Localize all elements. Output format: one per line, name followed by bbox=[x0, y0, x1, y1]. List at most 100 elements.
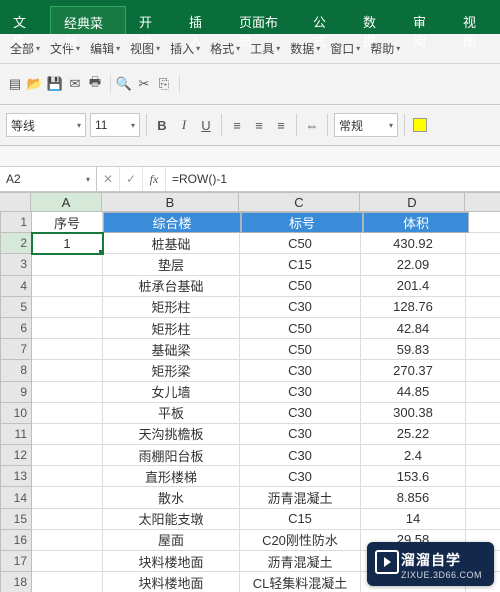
row-header[interactable]: 1 bbox=[0, 212, 32, 233]
cell-E10[interactable] bbox=[466, 403, 500, 424]
col-header-D[interactable]: D bbox=[360, 192, 465, 212]
cell-C3[interactable]: C15 bbox=[240, 254, 361, 275]
cell-B2[interactable]: 桩基础 bbox=[103, 233, 240, 254]
bold-button[interactable]: B bbox=[153, 116, 171, 134]
cell-E13[interactable] bbox=[466, 466, 500, 487]
cell-B11[interactable]: 天沟挑檐板 bbox=[103, 424, 240, 445]
cell-A6[interactable] bbox=[32, 318, 103, 339]
cell-B3[interactable]: 垫层 bbox=[103, 254, 240, 275]
cell-E8[interactable] bbox=[466, 360, 500, 381]
preview-icon[interactable]: 🔍 bbox=[115, 75, 133, 93]
cell-E1[interactable] bbox=[469, 212, 500, 233]
cell-E12[interactable] bbox=[466, 445, 500, 466]
row-header[interactable]: 5 bbox=[0, 297, 32, 318]
tab-page-layout[interactable]: 页面布局 bbox=[226, 6, 300, 34]
name-box[interactable]: A2▾ bbox=[0, 167, 97, 191]
row-header[interactable]: 8 bbox=[0, 360, 32, 381]
cell-D15[interactable]: 14 bbox=[361, 509, 466, 530]
tab-file[interactable]: 文件 bbox=[0, 6, 50, 34]
col-header-E[interactable]: E bbox=[465, 192, 500, 212]
cell-A1[interactable]: 序号 bbox=[32, 212, 103, 233]
row-header[interactable]: 3 bbox=[0, 254, 32, 275]
cell-C16[interactable]: C20刚性防水 bbox=[240, 530, 361, 551]
row-header[interactable]: 13 bbox=[0, 466, 32, 487]
cell-D14[interactable]: 8.856 bbox=[361, 487, 466, 508]
tab-data[interactable]: 数据 bbox=[350, 6, 400, 34]
col-header-B[interactable]: B bbox=[102, 192, 239, 212]
cell-A18[interactable] bbox=[32, 572, 103, 592]
cell-E11[interactable] bbox=[466, 424, 500, 445]
save-icon[interactable]: 💾 bbox=[46, 75, 64, 93]
cell-B14[interactable]: 散水 bbox=[103, 487, 240, 508]
align-left-icon[interactable]: ≡ bbox=[228, 116, 246, 134]
cell-C18[interactable]: CL轻集料混凝土 bbox=[240, 572, 361, 592]
cell-D5[interactable]: 128.76 bbox=[361, 297, 466, 318]
row-header[interactable]: 15 bbox=[0, 509, 32, 530]
open-icon[interactable]: 📂 bbox=[26, 75, 44, 93]
cell-D1[interactable]: 体积 bbox=[363, 212, 469, 233]
formula-input[interactable]: =ROW()-1 bbox=[166, 167, 500, 191]
cell-C10[interactable]: C30 bbox=[240, 403, 361, 424]
cell-B10[interactable]: 平板 bbox=[103, 403, 240, 424]
tab-formulas[interactable]: 公式 bbox=[300, 6, 350, 34]
menu-format[interactable]: 格式▾ bbox=[206, 38, 244, 59]
cut-icon[interactable]: ✂ bbox=[135, 75, 153, 93]
row-header[interactable]: 7 bbox=[0, 339, 32, 360]
menu-edit[interactable]: 编辑▾ bbox=[86, 38, 124, 59]
tab-classic-menu[interactable]: 经典菜单 bbox=[50, 6, 126, 34]
row-header[interactable]: 14 bbox=[0, 487, 32, 508]
number-format-combo[interactable]: 常规▾ bbox=[334, 113, 398, 137]
cell-A3[interactable] bbox=[32, 254, 103, 275]
cell-D8[interactable]: 270.37 bbox=[361, 360, 466, 381]
row-header[interactable]: 2 bbox=[0, 233, 32, 254]
menu-data[interactable]: 数据▾ bbox=[286, 38, 324, 59]
cell-A16[interactable] bbox=[32, 530, 103, 551]
spreadsheet-grid[interactable]: A B C D E 1序号综合楼标号体积21桩基础C50430.923垫层C15… bbox=[0, 192, 500, 592]
cell-D7[interactable]: 59.83 bbox=[361, 339, 466, 360]
cell-B4[interactable]: 桩承台基础 bbox=[103, 276, 240, 297]
cell-B9[interactable]: 女儿墙 bbox=[103, 382, 240, 403]
cell-B1[interactable]: 综合楼 bbox=[103, 212, 241, 233]
row-header[interactable]: 12 bbox=[0, 445, 32, 466]
cell-B5[interactable]: 矩形柱 bbox=[103, 297, 240, 318]
cell-A7[interactable] bbox=[32, 339, 103, 360]
cell-A11[interactable] bbox=[32, 424, 103, 445]
font-size-combo[interactable]: 11▾ bbox=[90, 113, 140, 137]
cell-D2[interactable]: 430.92 bbox=[361, 233, 466, 254]
new-icon[interactable]: ▤ bbox=[6, 75, 24, 93]
cell-E9[interactable] bbox=[466, 382, 500, 403]
cell-C8[interactable]: C30 bbox=[240, 360, 361, 381]
fill-color-icon[interactable] bbox=[411, 116, 429, 134]
merge-icon[interactable]: ⇔ bbox=[303, 116, 321, 134]
cell-D3[interactable]: 22.09 bbox=[361, 254, 466, 275]
cell-C9[interactable]: C30 bbox=[240, 382, 361, 403]
cell-B17[interactable]: 块料楼地面 bbox=[103, 551, 240, 572]
cell-C13[interactable]: C30 bbox=[240, 466, 361, 487]
cell-A15[interactable] bbox=[32, 509, 103, 530]
cell-D9[interactable]: 44.85 bbox=[361, 382, 466, 403]
cell-D4[interactable]: 201.4 bbox=[361, 276, 466, 297]
cell-A2[interactable]: 1 bbox=[32, 233, 103, 254]
copy-icon[interactable]: ⎘ bbox=[155, 75, 173, 93]
cell-B18[interactable]: 块料楼地面 bbox=[103, 572, 240, 592]
menu-view[interactable]: 视图▾ bbox=[126, 38, 164, 59]
row-header[interactable]: 6 bbox=[0, 318, 32, 339]
cell-B13[interactable]: 直形楼梯 bbox=[103, 466, 240, 487]
cell-A10[interactable] bbox=[32, 403, 103, 424]
cell-C12[interactable]: C30 bbox=[240, 445, 361, 466]
row-header[interactable]: 18 bbox=[0, 572, 32, 592]
cell-A12[interactable] bbox=[32, 445, 103, 466]
row-header[interactable]: 16 bbox=[0, 530, 32, 551]
tab-review[interactable]: 审阅 bbox=[400, 6, 450, 34]
row-header[interactable]: 9 bbox=[0, 382, 32, 403]
cell-E7[interactable] bbox=[466, 339, 500, 360]
cell-C11[interactable]: C30 bbox=[240, 424, 361, 445]
cell-D10[interactable]: 300.38 bbox=[361, 403, 466, 424]
cell-E15[interactable] bbox=[466, 509, 500, 530]
accept-formula-icon[interactable]: ✓ bbox=[120, 167, 143, 191]
cell-C4[interactable]: C50 bbox=[240, 276, 361, 297]
tab-insert[interactable]: 插入 bbox=[176, 6, 226, 34]
cell-C17[interactable]: 沥青混凝土 bbox=[240, 551, 361, 572]
cell-E5[interactable] bbox=[466, 297, 500, 318]
menu-help[interactable]: 帮助▾ bbox=[366, 38, 404, 59]
